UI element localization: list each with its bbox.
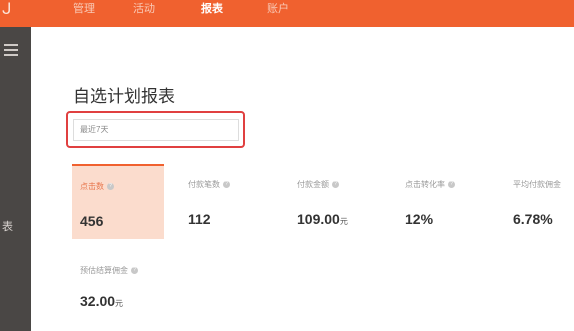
date-range-select[interactable]: 最近7天	[73, 119, 239, 141]
metric-card-clicks[interactable]: 点击数? 456	[72, 164, 164, 239]
nav-item-activity[interactable]: 活动	[133, 2, 155, 16]
info-icon[interactable]: ?	[107, 183, 114, 191]
metric-value: 12%	[405, 211, 434, 227]
metric-label: 预估结算佣金?	[80, 265, 138, 276]
metric-label: 平均付款佣金	[513, 180, 561, 189]
nav-item-account[interactable]: 账户	[267, 2, 289, 16]
top-nav-bar: ᒍ 管理 活动 报表 账户	[0, 0, 574, 27]
metric-label: 点击数?	[80, 181, 114, 192]
date-range-highlight: 最近7天	[66, 111, 245, 148]
metric-label: 付款金额?	[297, 179, 339, 190]
logo-icon[interactable]: ᒍ	[2, 1, 20, 19]
info-icon[interactable]: ?	[332, 181, 339, 189]
info-icon[interactable]: ?	[131, 267, 138, 275]
sidebar: 表	[0, 27, 31, 331]
info-icon[interactable]: ?	[223, 181, 230, 189]
nav-item-manage[interactable]: 管理	[73, 2, 95, 16]
menu-icon[interactable]	[4, 44, 18, 56]
metric-card-estimated-commission[interactable]: 预估结算佣金? 32.00元	[72, 250, 164, 325]
page-title: 自选计划报表	[73, 87, 175, 106]
metric-value: 32.00元	[80, 293, 124, 309]
metric-card-click-conversion[interactable]: 点击转化率? 12%	[397, 164, 489, 239]
metric-label: 点击转化率?	[405, 179, 455, 190]
metric-value: 456	[80, 213, 104, 229]
metric-value: 112	[188, 211, 211, 227]
info-icon[interactable]: ?	[448, 181, 455, 189]
metric-card-payment-amount[interactable]: 付款金额? 109.00元	[289, 164, 381, 239]
metric-value: 109.00元	[297, 211, 348, 227]
metric-card-payments[interactable]: 付款笔数? 112	[180, 164, 272, 239]
metric-card-avg-commission[interactable]: 平均付款佣金 6.78%	[505, 164, 574, 239]
metric-value: 6.78%	[513, 211, 553, 227]
metric-label: 付款笔数?	[188, 179, 230, 190]
nav-item-reports[interactable]: 报表	[201, 2, 223, 16]
sidebar-item-label[interactable]: 表	[2, 218, 13, 234]
